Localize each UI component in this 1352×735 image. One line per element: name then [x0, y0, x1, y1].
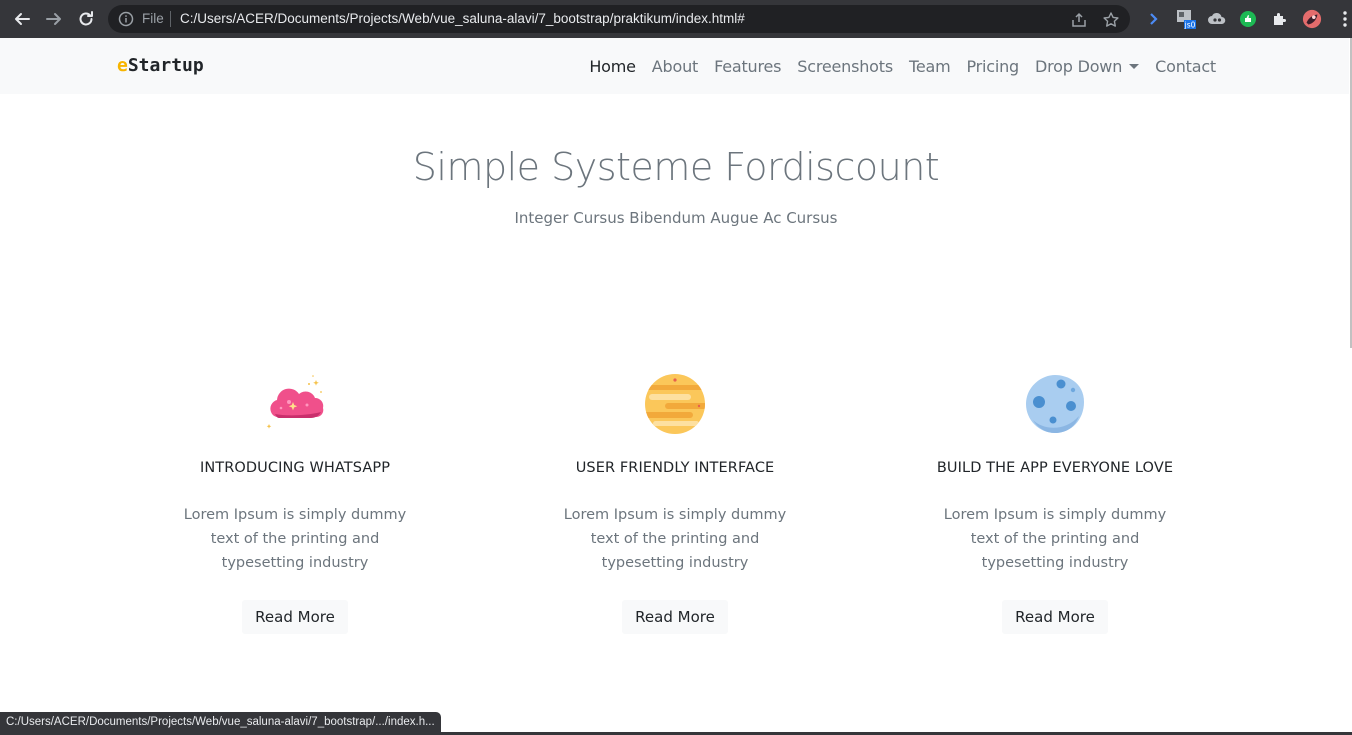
- feature-title: USER FRIENDLY INTERFACE: [575, 460, 775, 476]
- bookmark-star-icon[interactable]: [1102, 11, 1120, 29]
- feature-text: Lorem Ipsum is simply dummy text of the …: [563, 507, 787, 571]
- scheme-label: File: [142, 11, 164, 26]
- feature-card: INTRODUCING WHATSAPP Lorem Ipsum is simp…: [145, 372, 445, 634]
- hero-subtitle: Integer Cursus Bibendum Augue Ac Cursus: [514, 209, 838, 227]
- brand-name: Startup: [127, 55, 204, 76]
- caret-down-icon: [1129, 64, 1140, 69]
- hero-title: Simple Systeme Fordiscount: [412, 145, 940, 189]
- feature-card: USER FRIENDLY INTERFACE Lorem Ipsum is s…: [525, 372, 825, 634]
- extension-arrow-icon[interactable]: [1144, 9, 1164, 29]
- nav-link-features[interactable]: Features: [706, 57, 789, 76]
- address-bar[interactable]: File C:/Users/ACER/Documents/Projects/We…: [108, 5, 1130, 33]
- browser-menu-icon[interactable]: [1335, 9, 1352, 29]
- nav-link-dropdown[interactable]: Drop Down: [1027, 57, 1147, 76]
- read-more-button[interactable]: Read More: [242, 600, 348, 634]
- nav-links: Home About Features Screenshots Team Pri…: [581, 57, 1224, 76]
- site-navbar: eStartup Home About Features Screenshots…: [0, 38, 1352, 94]
- read-more-button[interactable]: Read More: [1002, 600, 1108, 634]
- brand-accent: e: [117, 55, 128, 76]
- reload-icon: [79, 11, 93, 26]
- extension-js-icon[interactable]: js0: [1176, 9, 1196, 29]
- dropdown-label: Drop Down: [1035, 57, 1123, 76]
- back-button[interactable]: [10, 7, 34, 31]
- url-text[interactable]: C:/Users/ACER/Documents/Projects/Web/vue…: [180, 11, 745, 26]
- nav-link-home[interactable]: Home: [581, 57, 643, 76]
- share-icon[interactable]: [1070, 11, 1088, 29]
- extensions-puzzle-icon[interactable]: [1270, 9, 1290, 29]
- feature-title: INTRODUCING WHATSAPP: [199, 460, 391, 476]
- feature-title: BUILD THE APP EVERYONE LOVE: [936, 460, 1174, 476]
- back-arrow-icon: [15, 13, 30, 25]
- nav-link-team[interactable]: Team: [901, 57, 959, 76]
- moon-icon: [1026, 375, 1084, 433]
- feature-card: BUILD THE APP EVERYONE LOVE Lorem Ipsum …: [905, 372, 1205, 634]
- extension-badge-text: js0: [1184, 21, 1196, 30]
- extension-green-icon[interactable]: [1238, 9, 1258, 29]
- info-icon[interactable]: [118, 11, 134, 27]
- reload-button[interactable]: [74, 7, 98, 31]
- feature-text: Lorem Ipsum is simply dummy text of the …: [943, 507, 1167, 571]
- nav-link-screenshots[interactable]: Screenshots: [789, 57, 901, 76]
- extension-cloud-icon[interactable]: [1207, 9, 1227, 29]
- feature-text: Lorem Ipsum is simply dummy text of the …: [183, 507, 407, 571]
- nav-link-about[interactable]: About: [644, 57, 706, 76]
- read-more-button[interactable]: Read More: [622, 600, 728, 634]
- cloud-icon: [266, 375, 324, 429]
- nav-link-pricing[interactable]: Pricing: [958, 57, 1027, 76]
- forward-button[interactable]: [42, 7, 66, 31]
- address-divider: [170, 11, 171, 27]
- profile-avatar-icon[interactable]: [1302, 9, 1322, 29]
- browser-toolbar: File C:/Users/ACER/Documents/Projects/We…: [0, 0, 1352, 38]
- planet-icon: [645, 374, 705, 434]
- nav-link-contact[interactable]: Contact: [1147, 57, 1224, 76]
- brand-logo[interactable]: eStartup: [117, 55, 204, 76]
- forward-arrow-icon: [46, 13, 61, 25]
